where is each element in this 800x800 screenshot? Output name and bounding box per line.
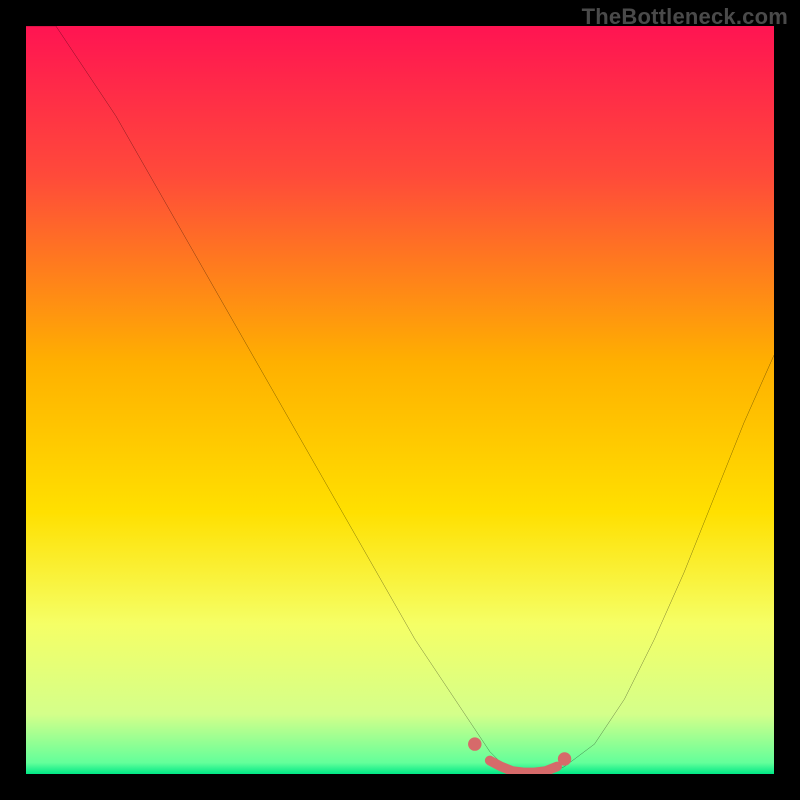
plot-svg <box>26 26 774 774</box>
plot-background <box>26 26 774 774</box>
optimal-range-dot <box>468 737 481 750</box>
bottleneck-plot <box>26 26 774 774</box>
chart-frame: TheBottleneck.com <box>0 0 800 800</box>
optimal-range-dot <box>558 752 571 765</box>
